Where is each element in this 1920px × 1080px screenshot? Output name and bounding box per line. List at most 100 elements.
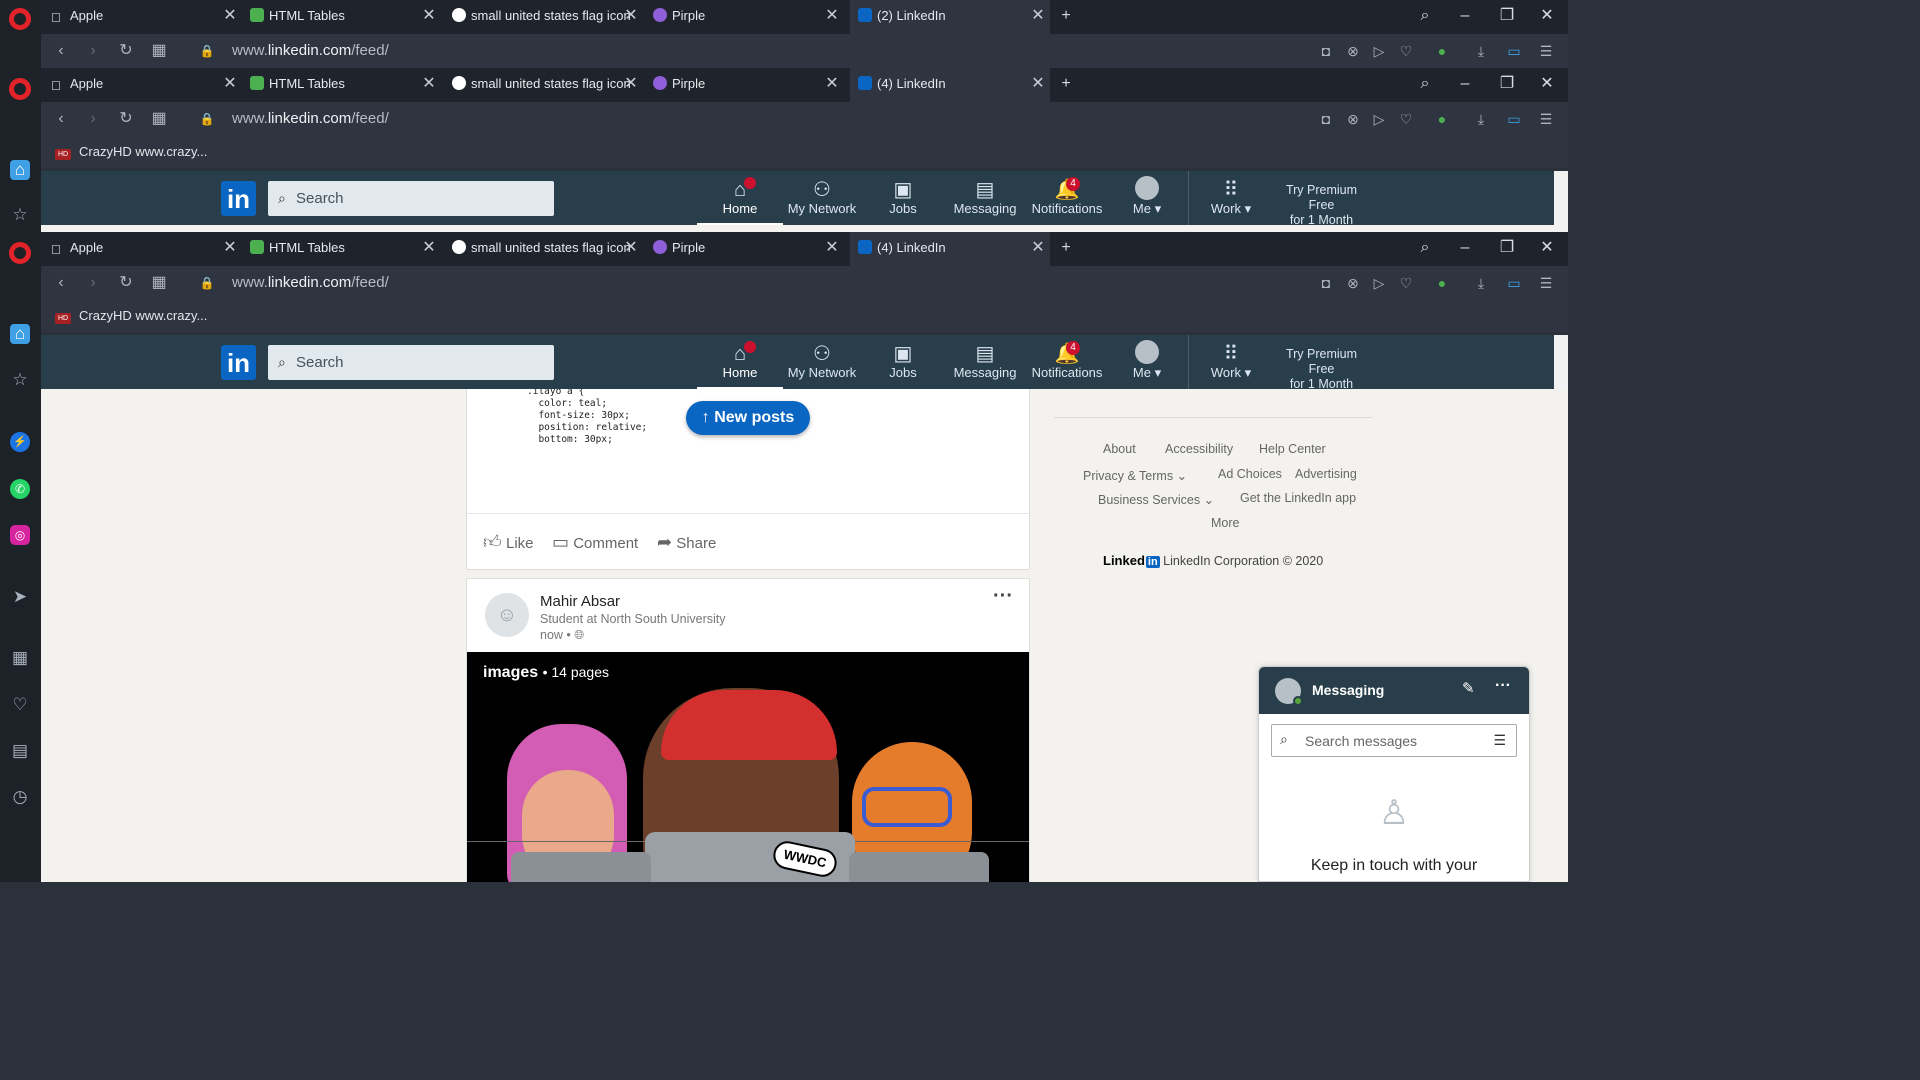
battery-icon[interactable]: ▭ — [1505, 34, 1523, 68]
tab-google[interactable]: small united states flag icon ✕ — [452, 232, 639, 266]
nav-notifications[interactable]: 🔔 Notifications 4 — [1027, 171, 1107, 225]
close-icon[interactable]: ✕ — [1030, 68, 1046, 100]
settings-icon[interactable]: ☰ — [1537, 34, 1555, 68]
nav-me[interactable]: Me ▾ — [1121, 335, 1173, 389]
comment-button[interactable]: ▭ Comment — [552, 514, 638, 572]
camera-icon[interactable]: ◘ — [1317, 266, 1335, 300]
tab-linkedin[interactable]: (4) LinkedIn ✕ — [850, 232, 1050, 266]
send-icon[interactable]: ▷ — [1370, 102, 1388, 136]
search-tabs-icon[interactable]: ⌕ — [1415, 232, 1435, 264]
whatsapp-icon[interactable]: ✆ — [10, 479, 30, 499]
close-icon[interactable]: ✕ — [824, 232, 840, 264]
vpn-icon[interactable]: ● — [1433, 34, 1451, 68]
history-icon[interactable]: ◷ — [10, 787, 30, 807]
speed-dial-icon[interactable]: ▦ — [149, 34, 169, 68]
settings-icon[interactable]: ☰ — [1537, 102, 1555, 136]
linkedin-logo-icon[interactable]: in — [221, 345, 256, 380]
camera-icon[interactable]: ◘ — [1317, 102, 1335, 136]
close-icon[interactable]: ✕ — [623, 0, 639, 32]
camera-icon[interactable]: ◘ — [1317, 34, 1335, 68]
linkedin-logo-icon[interactable]: in — [221, 181, 256, 216]
post-author[interactable]: Mahir Absar — [540, 593, 620, 610]
nav-messaging[interactable]: ▤ Messaging — [947, 171, 1023, 225]
nav-messaging[interactable]: ▤ Messaging — [947, 335, 1023, 389]
reload-button[interactable]: ↻ — [116, 102, 136, 136]
like-button[interactable]: 👍︎ Like — [483, 514, 534, 572]
footer-link-privacy[interactable]: Privacy & Terms ⌄ — [1083, 468, 1187, 483]
close-icon[interactable]: ✕ — [623, 232, 639, 264]
battery-icon[interactable]: ▭ — [1505, 266, 1523, 300]
restore-button[interactable]: ❐ — [1497, 68, 1517, 100]
heart-icon[interactable]: ♡ — [1397, 266, 1415, 300]
close-window-button[interactable]: ✕ — [1537, 68, 1557, 100]
premium-link[interactable]: Try Premium Free for 1 Month — [1274, 347, 1369, 392]
footer-link-more[interactable]: More — [1211, 516, 1239, 530]
tab-google[interactable]: small united states flag icon ✕ — [452, 0, 639, 34]
new-posts-button[interactable]: ↑ New posts — [686, 401, 810, 435]
tab-html-tables[interactable]: HTML Tables ✕ — [250, 0, 437, 34]
url-field[interactable]: www.linkedin.com/feed/ — [232, 34, 389, 68]
tab-google[interactable]: small united states flag icon ✕ — [452, 68, 639, 102]
tab-html-tables[interactable]: HTML Tables ✕ — [250, 232, 437, 266]
compose-icon[interactable]: ✎ — [1462, 679, 1475, 697]
url-field[interactable]: www.linkedin.com/feed/ — [232, 266, 389, 300]
close-icon[interactable]: ✕ — [623, 68, 639, 100]
more-options-icon[interactable]: ··· — [1495, 677, 1511, 695]
tab-pirple[interactable]: Pirple ✕ — [653, 232, 840, 266]
star-icon[interactable]: ☆ — [10, 205, 30, 225]
footer-link-accessibility[interactable]: Accessibility — [1165, 442, 1233, 456]
nav-my-network[interactable]: ⚇ My Network — [783, 171, 861, 225]
close-icon[interactable]: ✕ — [421, 232, 437, 264]
footer-link-get-app[interactable]: Get the LinkedIn app — [1240, 491, 1356, 505]
bookmark-crazyhd[interactable]: HD CrazyHD www.crazy... — [55, 136, 207, 168]
nav-jobs[interactable]: ▣ Jobs — [875, 335, 931, 389]
vpn-icon[interactable]: ● — [1433, 266, 1451, 300]
heart-icon[interactable]: ♡ — [1397, 102, 1415, 136]
close-icon[interactable]: ✕ — [421, 0, 437, 32]
back-button[interactable]: ‹ — [51, 102, 71, 136]
footer-link-about[interactable]: About — [1103, 442, 1136, 456]
adblock-icon[interactable]: ⊗ — [1344, 34, 1362, 68]
opera-logo-icon[interactable] — [9, 242, 31, 264]
premium-link[interactable]: Try Premium Free for 1 Month — [1274, 183, 1369, 228]
adblock-icon[interactable]: ⊗ — [1344, 266, 1362, 300]
tab-apple[interactable]:  Apple ✕ — [51, 0, 238, 34]
scrollbar[interactable] — [1554, 171, 1568, 232]
messenger-icon[interactable]: ⚡ — [10, 432, 30, 452]
nav-home[interactable]: ⌂ Home — [697, 335, 783, 389]
back-button[interactable]: ‹ — [51, 34, 71, 68]
heart-icon[interactable]: ♡ — [10, 695, 30, 715]
nav-jobs[interactable]: ▣ Jobs — [875, 171, 931, 225]
nav-work[interactable]: ⠿ Work ▾ — [1203, 171, 1259, 225]
new-tab-button[interactable]: + — [1056, 0, 1076, 32]
avatar[interactable]: ☺ — [485, 593, 529, 637]
nav-my-network[interactable]: ⚇ My Network — [783, 335, 861, 389]
reload-button[interactable]: ↻ — [116, 34, 136, 68]
minimize-button[interactable]: – — [1455, 0, 1475, 32]
tab-html-tables[interactable]: HTML Tables ✕ — [250, 68, 437, 102]
send-icon[interactable]: ➤ — [10, 587, 30, 607]
star-icon[interactable]: ☆ — [10, 370, 30, 390]
document-preview[interactable]: images • 14 pages WWDC — [467, 652, 1029, 882]
close-window-button[interactable]: ✕ — [1537, 0, 1557, 32]
search-input[interactable]: ⌕ Search — [268, 181, 554, 216]
tab-pirple[interactable]: Pirple ✕ — [653, 0, 840, 34]
send-icon[interactable]: ▷ — [1370, 34, 1388, 68]
heart-icon[interactable]: ♡ — [1397, 34, 1415, 68]
close-icon[interactable]: ✕ — [222, 68, 238, 100]
filter-icon[interactable]: ☰ — [1493, 732, 1506, 749]
close-icon[interactable]: ✕ — [222, 0, 238, 32]
apps-icon[interactable]: ▦ — [10, 648, 30, 668]
close-icon[interactable]: ✕ — [421, 68, 437, 100]
back-button[interactable]: ‹ — [51, 266, 71, 300]
close-icon[interactable]: ✕ — [1030, 0, 1046, 32]
forward-button[interactable]: › — [83, 266, 103, 300]
tab-pirple[interactable]: Pirple ✕ — [653, 68, 840, 102]
opera-logo-icon[interactable] — [9, 8, 31, 30]
close-icon[interactable]: ✕ — [824, 68, 840, 100]
footer-link-help-center[interactable]: Help Center — [1259, 442, 1326, 456]
news-icon[interactable]: ▤ — [10, 741, 30, 761]
more-options-icon[interactable]: ··· — [993, 585, 1013, 608]
close-icon[interactable]: ✕ — [222, 232, 238, 264]
share-button[interactable]: ➦ Share — [657, 514, 716, 572]
